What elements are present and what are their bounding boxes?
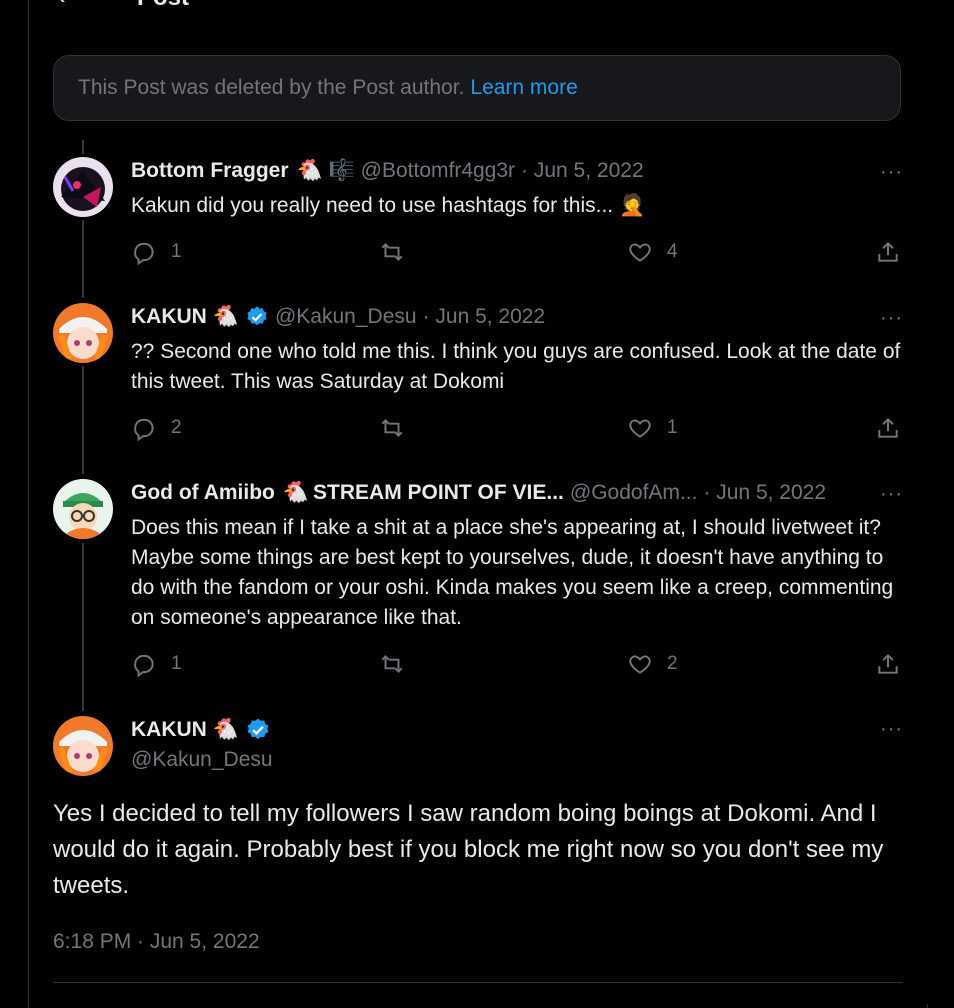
deleted-notice-text: This Post was deleted by the Post author… <box>78 76 465 99</box>
avatar[interactable] <box>53 157 113 217</box>
share-button[interactable] <box>875 415 901 441</box>
avatar[interactable] <box>53 716 113 776</box>
repost-icon <box>381 419 403 437</box>
like-button[interactable]: 1 <box>627 415 678 441</box>
reply-count: 2 <box>171 417 182 438</box>
reply-text: Kakun did you really need to use hashtag… <box>131 194 646 217</box>
reply-icon <box>134 418 154 441</box>
reply-icon <box>134 242 154 265</box>
display-name[interactable]: KAKUN <box>131 305 207 329</box>
avatar[interactable] <box>53 479 113 539</box>
name-emoji: 🐔 <box>212 305 239 328</box>
divider <box>53 982 903 983</box>
handle[interactable]: @Kakun_Desu <box>131 748 273 772</box>
main-display-name[interactable]: KAKUN 🐔 <box>131 717 271 743</box>
share-icon <box>878 417 898 438</box>
share-button[interactable] <box>875 239 901 265</box>
display-name[interactable]: God of Amiibo <box>131 481 275 505</box>
post-date[interactable]: · Jun 5, 2022 <box>521 159 644 183</box>
reply-button[interactable]: 1 <box>131 239 182 265</box>
thread-line <box>82 366 84 474</box>
more-icon[interactable]: ··· <box>880 161 903 184</box>
verified-icon <box>245 717 271 743</box>
post-column: ‹ Post This Post was deleted by the Post… <box>28 0 928 1008</box>
action-bar: 1 4 <box>131 239 911 267</box>
repost-icon <box>381 243 403 261</box>
thread-line <box>82 543 84 711</box>
name-emoji: 🐔 <box>282 481 310 504</box>
reply-meta: Bottom Fragger 🐔 🎼 @Bottomfr4gg3r · Jun … <box>131 159 644 183</box>
like-count: 4 <box>667 241 678 262</box>
header: ‹ Post <box>29 0 927 12</box>
thread-line <box>82 140 84 154</box>
reply-count: 1 <box>171 241 182 262</box>
reply-count: 1 <box>171 653 182 674</box>
like-button[interactable]: 2 <box>627 651 678 677</box>
repost-button[interactable] <box>379 239 405 265</box>
display-name-suffix[interactable]: STREAM POINT OF VIE... <box>313 481 564 505</box>
share-button[interactable] <box>875 651 901 677</box>
back-icon[interactable]: ‹ <box>57 0 66 11</box>
name-emoji: 🐔 🎼 <box>296 159 355 182</box>
action-bar: 2 1 <box>131 415 911 443</box>
page-title: Post <box>137 0 189 12</box>
share-icon <box>878 653 898 674</box>
main-post-text: Yes I decided to tell my followers I saw… <box>53 800 884 899</box>
like-icon <box>629 655 651 674</box>
post-date[interactable]: · Jun 5, 2022 <box>423 305 546 329</box>
handle[interactable]: @GodofAm... <box>570 481 698 505</box>
handle[interactable]: @Kakun_Desu <box>275 305 417 329</box>
reply-button[interactable]: 2 <box>131 415 182 441</box>
more-icon[interactable]: ··· <box>880 718 903 741</box>
display-name[interactable]: Bottom Fragger <box>131 159 289 183</box>
post-date[interactable]: · Jun 5, 2022 <box>703 481 826 505</box>
action-bar: 1 2 <box>131 651 911 679</box>
reply-text: Does this mean if I take a shit at a pla… <box>131 516 894 629</box>
like-count: 1 <box>667 417 678 438</box>
name-emoji: 🐔 <box>212 718 239 741</box>
like-icon <box>629 419 651 438</box>
repost-icon <box>381 655 403 673</box>
like-button[interactable]: 4 <box>627 239 678 265</box>
more-icon[interactable]: ··· <box>880 307 903 330</box>
right-gutter <box>927 0 954 1004</box>
thread-line <box>82 220 84 298</box>
post-timestamp[interactable]: 6:18 PM · Jun 5, 2022 <box>53 930 260 954</box>
like-icon <box>629 243 651 262</box>
learn-more-link[interactable]: Learn more <box>470 76 577 100</box>
handle[interactable]: @Bottomfr4gg3r <box>361 159 515 183</box>
more-icon[interactable]: ··· <box>880 483 903 506</box>
reply-icon <box>134 654 154 677</box>
reply-button[interactable]: 1 <box>131 651 182 677</box>
avatar[interactable] <box>53 303 113 363</box>
reply-meta: KAKUN 🐔 @Kakun_Desu · Jun 5, 2022 <box>131 305 545 329</box>
verified-icon <box>245 305 269 329</box>
deleted-post-notice: This Post was deleted by the Post author… <box>53 55 901 121</box>
reply-text: ?? Second one who told me this. I think … <box>131 340 901 393</box>
like-count: 2 <box>667 653 678 674</box>
repost-button[interactable] <box>379 651 405 677</box>
repost-button[interactable] <box>379 415 405 441</box>
display-name[interactable]: KAKUN <box>131 718 207 742</box>
share-icon <box>878 241 898 262</box>
reply-meta: God of Amiibo 🐔 STREAM POINT OF VIE... @… <box>131 481 826 505</box>
